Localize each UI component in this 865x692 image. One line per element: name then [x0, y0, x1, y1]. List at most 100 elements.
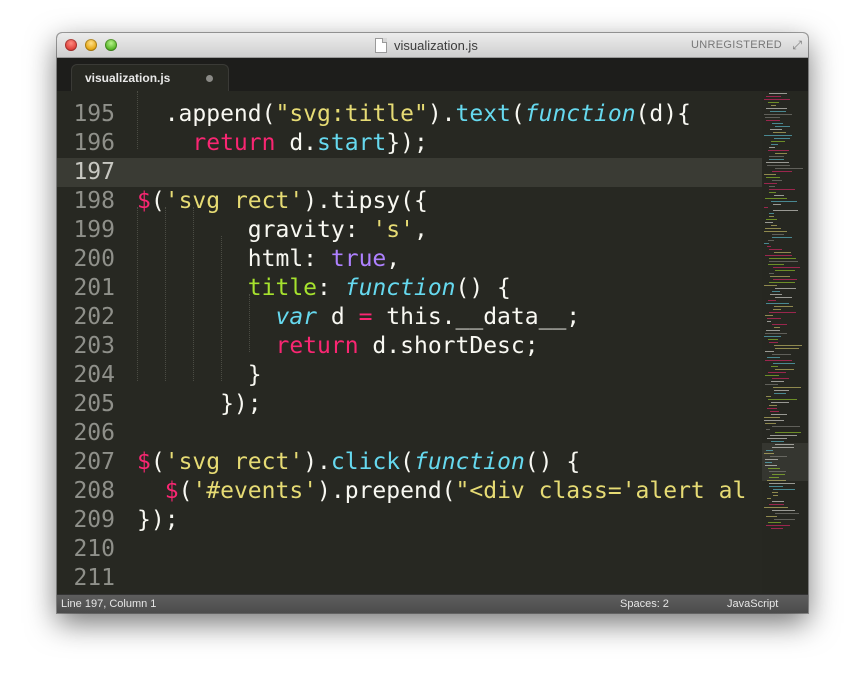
minimap-stroke [768, 372, 786, 373]
close-window-button[interactable] [65, 39, 77, 51]
minimap-stroke [775, 348, 799, 349]
minimap-stroke [769, 147, 775, 148]
minimap-stroke [767, 498, 771, 499]
title-bar[interactable]: visualization.js UNREGISTERED ⤢ [57, 33, 808, 58]
minimap-stroke [770, 411, 779, 412]
minimap-stroke [766, 108, 787, 109]
minimize-window-button[interactable] [85, 39, 97, 51]
line-number: 198 [73, 188, 115, 214]
minimap-stroke [772, 501, 784, 502]
indentation-setting[interactable]: Spaces: 2 [620, 598, 669, 610]
minimap-stroke [772, 180, 782, 181]
minimap-stroke [765, 459, 778, 460]
minimap-stroke [769, 249, 782, 250]
minimap-stroke [767, 321, 771, 322]
minimap-stroke [772, 171, 792, 172]
minimap-stroke [775, 288, 796, 289]
minimap-stroke [767, 357, 780, 358]
minimap-stroke [764, 453, 774, 454]
minimap-stroke [769, 159, 784, 160]
code-token: function [524, 101, 636, 127]
line-number: 207 [73, 449, 115, 475]
minimap-stroke [769, 312, 796, 313]
minimap-stroke [764, 417, 780, 418]
minimap-stroke [769, 486, 783, 487]
minimap-stroke [771, 366, 778, 367]
minimap-stroke [774, 519, 795, 520]
minimap-stroke [764, 183, 777, 184]
unregistered-label: UNREGISTERED [691, 39, 782, 51]
minimap-stroke [769, 258, 796, 259]
minimap-stroke [765, 315, 773, 316]
minimap-stroke [771, 225, 777, 226]
tab-visualization-js[interactable]: visualization.js [71, 64, 229, 92]
minimap-stroke [770, 435, 797, 436]
minimap-stroke [769, 405, 777, 406]
tab-bar: visualization.js [57, 58, 808, 92]
code-line: $('svg rect').tipsy({ [137, 187, 428, 216]
minimap-stroke [769, 471, 786, 472]
minimap-stroke [769, 273, 774, 274]
line-number-gutter[interactable]: 195 196 197 198 199 200 201 202 203 204 205 206 207 2… [57, 91, 121, 594]
code-token: d.shortDesc; [358, 333, 539, 359]
minimap-stroke [769, 213, 774, 214]
minimap-stroke [774, 138, 790, 139]
code-line: return d.start}); [137, 129, 427, 158]
minimap-stroke [773, 495, 778, 496]
minimap-stroke [768, 522, 781, 523]
code-line: }); [137, 506, 179, 535]
minimap-stroke [768, 339, 778, 340]
line-number: 206 [73, 420, 115, 446]
syntax-mode[interactable]: JavaScript [727, 598, 778, 610]
line-number: 201 [73, 275, 115, 301]
minimap-stroke [766, 330, 780, 331]
code-token: (d){ [635, 101, 691, 127]
minimap-stroke [766, 525, 790, 526]
code-token: ( [150, 449, 165, 475]
minimap-stroke [775, 444, 794, 445]
minimap-stroke [764, 420, 784, 421]
zoom-window-button[interactable] [105, 39, 117, 51]
minimap-stroke [765, 375, 779, 376]
code-token: 'svg rect' [164, 188, 304, 214]
minimap-stroke [764, 285, 777, 286]
minimap-stroke [765, 465, 777, 466]
minimap-stroke [766, 516, 777, 517]
minimap-stroke [764, 135, 792, 136]
cursor-position: Line 197, Column 1 [61, 598, 157, 610]
close-tab-button[interactable] [206, 75, 213, 82]
line-number: 197 [73, 159, 115, 185]
minimap[interactable] [762, 91, 808, 594]
minimap-stroke [771, 141, 785, 142]
minimap-stroke [767, 480, 786, 481]
minimap-stroke [770, 111, 786, 112]
minimap-stroke [774, 390, 789, 391]
minimap-stroke [774, 393, 786, 394]
minimap-stroke [774, 345, 802, 346]
minimap-stroke [765, 222, 773, 223]
minimap-stroke [765, 228, 781, 229]
code-token: "svg:title" [275, 101, 428, 127]
minimap-stroke [772, 426, 800, 427]
fullscreen-icon[interactable]: ⤢ [792, 39, 802, 51]
line-number: 200 [73, 246, 115, 272]
minimap-stroke [775, 432, 801, 433]
minimap-stroke [769, 282, 795, 283]
code-line: .append("svg:title").text(function(d){ [137, 100, 691, 129]
code-token: .append( [137, 101, 276, 127]
minimap-stroke [772, 324, 787, 325]
code-editor[interactable]: 195 196 197 198 199 200 201 202 203 204 205 206 207 2… [57, 91, 808, 594]
code-line: title: function() { [137, 274, 511, 303]
minimap-stroke [773, 309, 781, 310]
minimap-stroke [769, 342, 778, 343]
minimap-stroke [771, 414, 787, 415]
code-token: 'svg rect' [164, 449, 304, 475]
code-token: "<div class='alert al [455, 478, 747, 504]
minimap-stroke [774, 195, 784, 196]
line-number: 208 [73, 478, 115, 504]
code-token: title [247, 275, 318, 301]
code-area[interactable]: .append("svg:title").text(function(d){ r… [137, 91, 777, 594]
minimap-stroke [768, 102, 779, 103]
